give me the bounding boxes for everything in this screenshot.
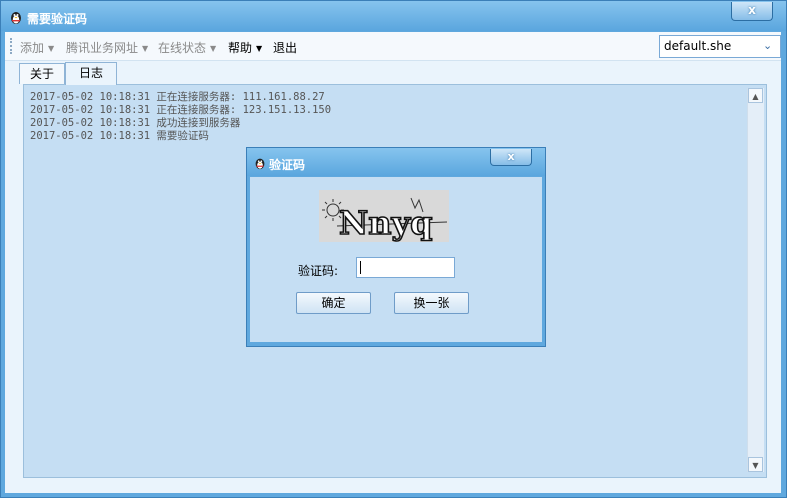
title-bar[interactable]: 需要验证码 x xyxy=(1,1,786,31)
refresh-captcha-button[interactable]: 换一张 xyxy=(394,292,469,314)
menu-exit[interactable]: 退出 xyxy=(273,39,297,56)
dialog-body: Nnyq 验证码: 确定 换一张 xyxy=(250,177,542,342)
close-button[interactable]: x xyxy=(731,2,773,21)
toolbar-grip[interactable] xyxy=(10,38,14,54)
text-caret xyxy=(360,261,361,274)
log-text: 2017-05-02 10:18:31 正在连接服务器: 111.161.88.… xyxy=(30,91,331,143)
main-window: 需要验证码 x 添加 ▼ 腾讯业务网址 ▼ 在线状态 ▼ 帮助 ▼ 退出 default… xyxy=(0,0,787,498)
captcha-text: Nnyq xyxy=(339,204,432,242)
dropdown-arrow-icon: ▼ xyxy=(142,44,149,53)
scroll-down-icon[interactable]: ▼ xyxy=(748,457,763,472)
dialog-title-bar[interactable]: 验证码 x xyxy=(247,148,545,176)
menu-exit-label: 退出 xyxy=(273,41,298,55)
dialog-close-button[interactable]: x xyxy=(490,149,532,166)
log-scrollbar[interactable]: ▲ ▼ xyxy=(747,88,764,472)
tab-log[interactable]: 日志 xyxy=(65,62,117,85)
dropdown-arrow-icon: ▼ xyxy=(48,44,55,53)
log-line: 2017-05-02 10:18:31 正在连接服务器: 111.161.88.… xyxy=(30,91,325,103)
captcha-dialog: 验证码 x Nnyq 验证码: 确定 换一张 xyxy=(246,147,546,347)
tab-about[interactable]: 关于 xyxy=(19,63,65,84)
chevron-down-icon: ⌄ xyxy=(763,39,773,52)
ok-button[interactable]: 确定 xyxy=(296,292,371,314)
menu-bar: 添加 ▼ 腾讯业务网址 ▼ 在线状态 ▼ 帮助 ▼ 退出 default.she ⌄ xyxy=(5,32,781,61)
scroll-up-icon[interactable]: ▲ xyxy=(748,88,763,103)
menu-add[interactable]: 添加 ▼ xyxy=(20,39,54,56)
dropdown-arrow-icon: ▼ xyxy=(210,44,217,53)
menu-online-status-label: 在线状态 xyxy=(158,41,207,55)
menu-tencent-sites[interactable]: 腾讯业务网址 ▼ xyxy=(66,39,148,56)
menu-help[interactable]: 帮助 ▼ xyxy=(228,39,262,56)
qq-penguin-icon xyxy=(255,158,265,170)
menu-tencent-sites-label: 腾讯业务网址 xyxy=(66,41,139,55)
qq-penguin-icon xyxy=(11,12,21,24)
dropdown-arrow-icon: ▼ xyxy=(256,44,263,53)
log-line: 2017-05-02 10:18:31 正在连接服务器: 123.151.13.… xyxy=(30,104,332,116)
captcha-input[interactable] xyxy=(356,257,455,278)
menu-help-label: 帮助 xyxy=(228,41,253,55)
dialog-title: 验证码 xyxy=(269,158,306,172)
window-title: 需要验证码 xyxy=(27,12,88,26)
log-line: 2017-05-02 10:18:31 需要验证码 xyxy=(30,130,209,142)
menu-add-label: 添加 xyxy=(20,41,45,55)
profile-select[interactable]: default.she ⌄ xyxy=(659,35,781,58)
profile-select-value: default.she xyxy=(664,39,732,53)
log-line: 2017-05-02 10:18:31 成功连接到服务器 xyxy=(30,117,241,129)
captcha-field-label: 验证码: xyxy=(298,264,339,278)
captcha-image[interactable]: Nnyq xyxy=(319,190,449,242)
menu-online-status[interactable]: 在线状态 ▼ xyxy=(158,39,216,56)
